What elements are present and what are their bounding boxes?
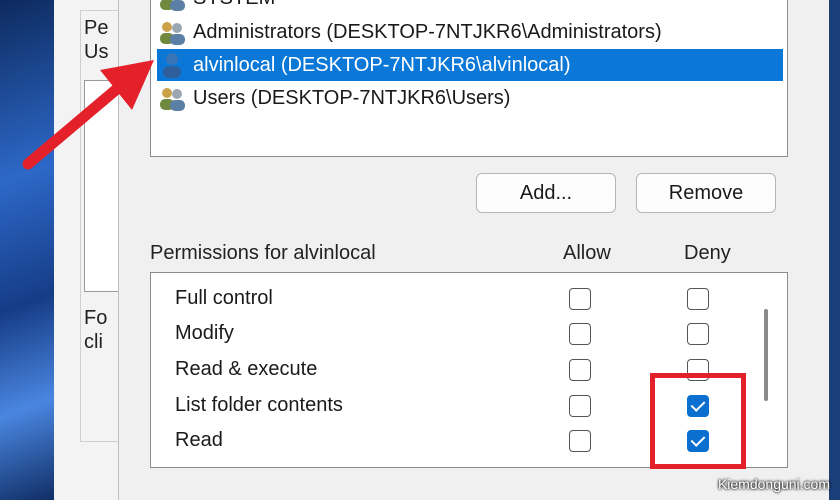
watermark: Kiemdonguni.com bbox=[717, 476, 830, 492]
user-item-system[interactable]: SYSTEM bbox=[157, 0, 275, 14]
parent-dialog-footer: Fo cli bbox=[84, 306, 107, 354]
permissions-scrollbar[interactable] bbox=[764, 309, 768, 401]
deny-modify-checkbox[interactable] bbox=[687, 323, 709, 345]
permission-row-full-control: Full control bbox=[151, 283, 751, 317]
allow-modify-checkbox[interactable] bbox=[569, 323, 591, 345]
user-item-users[interactable]: Users (DESKTOP-7NTJKR6\Users) bbox=[157, 82, 510, 114]
user-group-icon bbox=[160, 0, 185, 11]
user-item-label: alvinlocal (DESKTOP-7NTJKR6\alvinlocal) bbox=[193, 53, 571, 76]
allow-full-control-checkbox[interactable] bbox=[569, 288, 591, 310]
user-item-administrators[interactable]: Administrators (DESKTOP-7NTJKR6\Administ… bbox=[157, 16, 662, 48]
permissions-header: Permissions for alvinlocal bbox=[150, 242, 376, 264]
parent-footer-line1: Fo bbox=[84, 307, 108, 329]
annotation-highlight-box bbox=[650, 373, 746, 469]
group-user-list[interactable]: SYSTEM Administrators (DESKTOP-7NTJKR6\A… bbox=[150, 0, 788, 157]
allow-read-execute-checkbox[interactable] bbox=[569, 359, 591, 381]
permission-row-modify: Modify bbox=[151, 318, 751, 352]
permission-name: List folder contents bbox=[175, 394, 343, 416]
user-item-label: Users (DESKTOP-7NTJKR6\Users) bbox=[193, 86, 511, 109]
allow-read-checkbox[interactable] bbox=[569, 430, 591, 452]
user-item-label: Administrators (DESKTOP-7NTJKR6\Administ… bbox=[193, 20, 662, 43]
user-item-alvinlocal[interactable]: alvinlocal (DESKTOP-7NTJKR6\alvinlocal) bbox=[157, 49, 783, 81]
deny-column-header: Deny bbox=[684, 242, 731, 264]
permission-name: Full control bbox=[175, 287, 273, 309]
allow-list-folder-contents-checkbox[interactable] bbox=[569, 395, 591, 417]
deny-full-control-checkbox[interactable] bbox=[687, 288, 709, 310]
user-group-icon bbox=[160, 22, 185, 45]
permission-name: Read & execute bbox=[175, 358, 318, 380]
allow-column-header: Allow bbox=[563, 242, 611, 264]
annotation-arrow-icon bbox=[22, 60, 154, 170]
parent-footer-line2: cli bbox=[84, 331, 103, 353]
remove-button[interactable]: Remove bbox=[636, 173, 776, 213]
user-item-label: SYSTEM bbox=[193, 0, 275, 10]
permission-name: Modify bbox=[175, 322, 234, 344]
permission-name: Read bbox=[175, 429, 223, 451]
add-button[interactable]: Add... bbox=[476, 173, 616, 213]
parent-label-line1: Pe bbox=[84, 17, 109, 39]
